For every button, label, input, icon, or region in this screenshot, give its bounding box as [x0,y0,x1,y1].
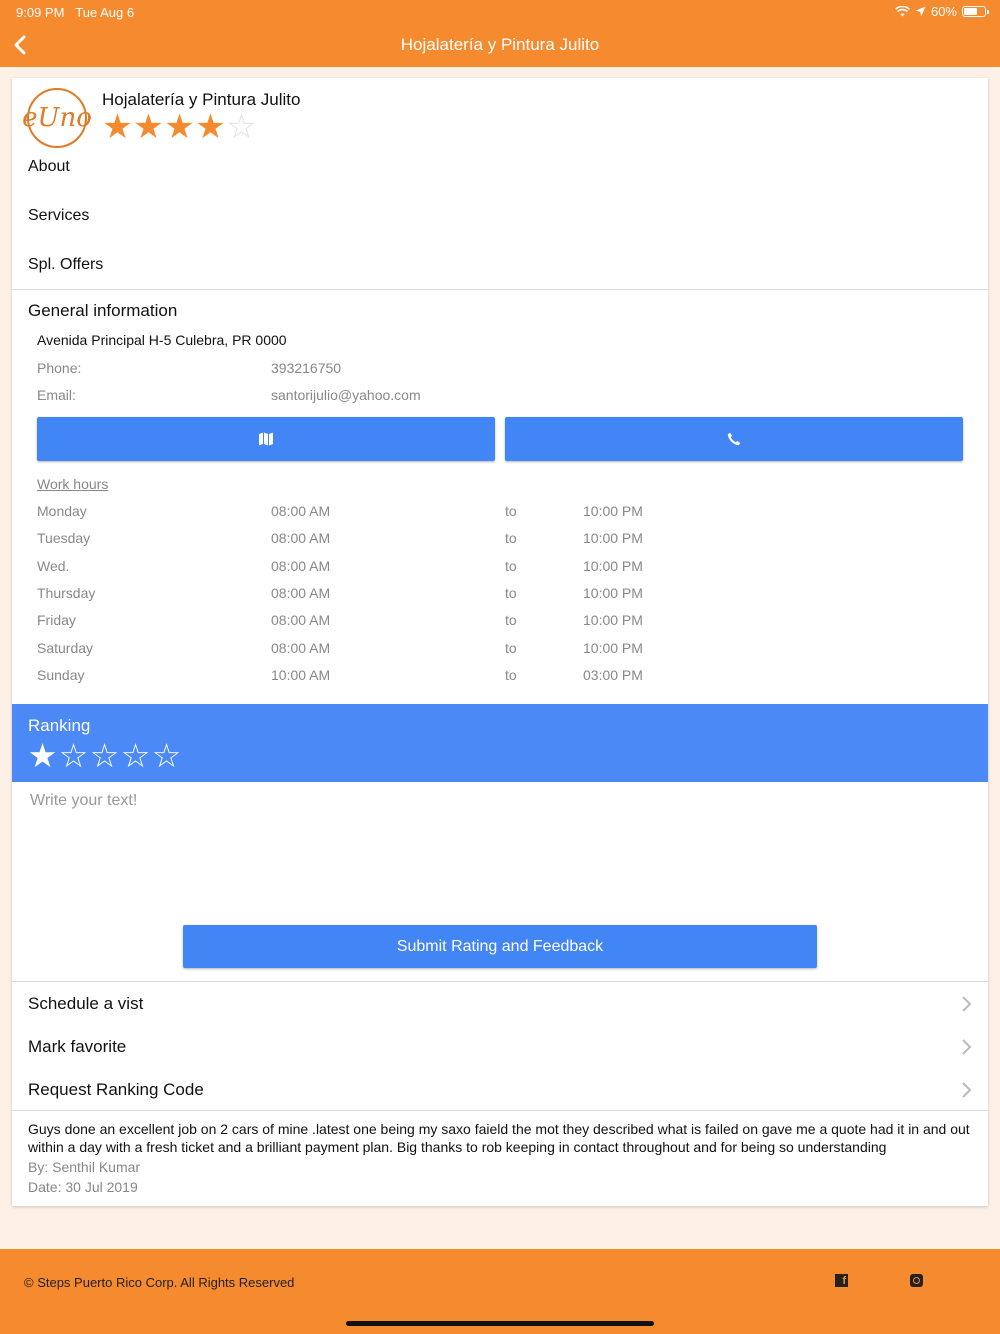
hours-open: 08:00 AM [271,557,331,574]
hours-close: 10:00 PM [583,530,643,547]
instagram-icon[interactable] [910,1274,923,1287]
hours-to: to [505,584,517,601]
top-nav-bar: 9:09 PM Tue Aug 6 60% Hojalatería y Pint… [0,0,1000,67]
hours-close: 10:00 PM [583,503,643,519]
chevron-right-icon [962,1082,972,1098]
status-date: Tue Aug 6 [75,5,135,20]
phone-label: Phone: [37,360,82,376]
hours-day: Monday [37,503,87,519]
business-logo: eUno [22,88,92,148]
hours-to: to [505,503,517,519]
request-ranking-code-row[interactable]: Request Ranking Code [12,1068,988,1111]
hours-open: 08:00 AM [271,503,331,519]
hours-close: 03:00 PM [583,666,643,683]
hours-day: Thursday [37,584,96,601]
email-value[interactable]: santorijulio@yahoo.com [271,387,421,403]
hours-close: 10:00 PM [583,612,643,629]
business-name: Hojalatería y Pintura Julito [102,90,301,109]
hours-open: 08:00 AM [271,639,331,656]
star-filled-icon: ★ [195,108,226,146]
star-filled-icon: ★ [133,108,164,146]
chevron-right-icon [962,996,972,1012]
chevron-right-icon [962,1039,972,1055]
wifi-icon [895,6,910,17]
email-label: Email: [37,387,76,403]
rank-star-empty-icon[interactable]: ☆ [58,736,89,776]
hours-open: 08:00 AM [271,612,331,629]
location-icon [915,6,926,17]
hours-open: 10:00 AM [271,666,331,683]
home-indicator [346,1321,654,1326]
request-ranking-code-label: Request Ranking Code [28,1080,204,1099]
schedule-visit-row[interactable]: Schedule a vist [12,982,988,1025]
hours-to: to [505,666,517,683]
copyright-text: © Steps Puerto Rico Corp. All Rights Res… [24,1275,295,1290]
business-detail-card: eUno Hojalatería y Pintura Julito ★ ★ ★ ★ ☆ … [12,78,988,1206]
hours-open: 08:00 AM [271,584,331,601]
hours-open: 08:00 AM [271,530,331,547]
submit-rating-button[interactable]: Submit Rating and Feedback [183,925,817,968]
business-address: Avenida Principal H-5 Culebra, PR 0000 [37,332,287,348]
star-filled-icon: ★ [164,108,195,146]
map-icon [259,432,273,446]
menu-services[interactable]: Services [28,207,89,225]
ranking-panel: Ranking ★ ☆ ☆ ☆ ☆ [12,704,988,782]
hours-to: to [505,612,517,629]
hours-to: to [505,557,517,574]
hours-to: to [505,639,517,656]
status-time: 9:09 PM Tue Aug 6 [16,5,135,20]
hours-close: 10:00 PM [583,557,643,574]
menu-special-offers[interactable]: Spl. Offers [28,256,103,274]
rank-star-filled-icon[interactable]: ★ [27,736,58,776]
hours-day: Friday [37,612,76,629]
ranking-title: Ranking [28,716,91,735]
mark-favorite-label: Mark favorite [28,1037,127,1056]
review-text: Guys done an excellent job on 2 cars of … [28,1121,970,1155]
call-button[interactable] [505,417,963,461]
hours-day: Tuesday [37,530,91,547]
hours-close: 10:00 PM [583,639,643,656]
phone-value[interactable]: 393216750 [271,360,341,376]
hours-close: 10:00 PM [583,584,643,601]
divider [12,289,988,290]
rank-star-empty-icon[interactable]: ☆ [120,736,151,776]
status-indicators: 60% [895,4,989,19]
facebook-icon[interactable]: f [835,1274,848,1287]
hours-to: to [505,530,517,547]
mark-favorite-row[interactable]: Mark favorite [12,1025,988,1068]
divider [12,1110,988,1111]
footer: © Steps Puerto Rico Corp. All Rights Res… [0,1249,1000,1334]
phone-icon [727,432,741,446]
work-hours-title: Work hours [37,476,109,492]
page-title: Hojalatería y Pintura Julito [400,35,600,54]
battery-percent: 60% [930,4,957,19]
schedule-visit-label: Schedule a vist [28,994,144,1013]
business-rating-stars: ★ ★ ★ ★ ☆ [102,110,257,144]
battery-icon [962,6,989,17]
star-empty-icon: ☆ [226,108,257,146]
hours-day: Wed. [37,557,70,574]
feedback-textarea[interactable] [30,792,970,912]
review-author: By: Senthil Kumar [28,1159,141,1175]
star-filled-icon: ★ [102,108,133,146]
hours-day: Saturday [37,639,94,656]
menu-about[interactable]: About [28,158,70,176]
general-info-title: General information [28,301,178,320]
map-button[interactable] [37,417,495,461]
rank-star-empty-icon[interactable]: ☆ [151,736,182,776]
ranking-star-selector[interactable]: ★ ☆ ☆ ☆ ☆ [27,736,182,776]
review-date: Date: 30 Jul 2019 [28,1179,138,1195]
hours-day: Sunday [37,666,85,683]
rank-star-empty-icon[interactable]: ☆ [89,736,120,776]
